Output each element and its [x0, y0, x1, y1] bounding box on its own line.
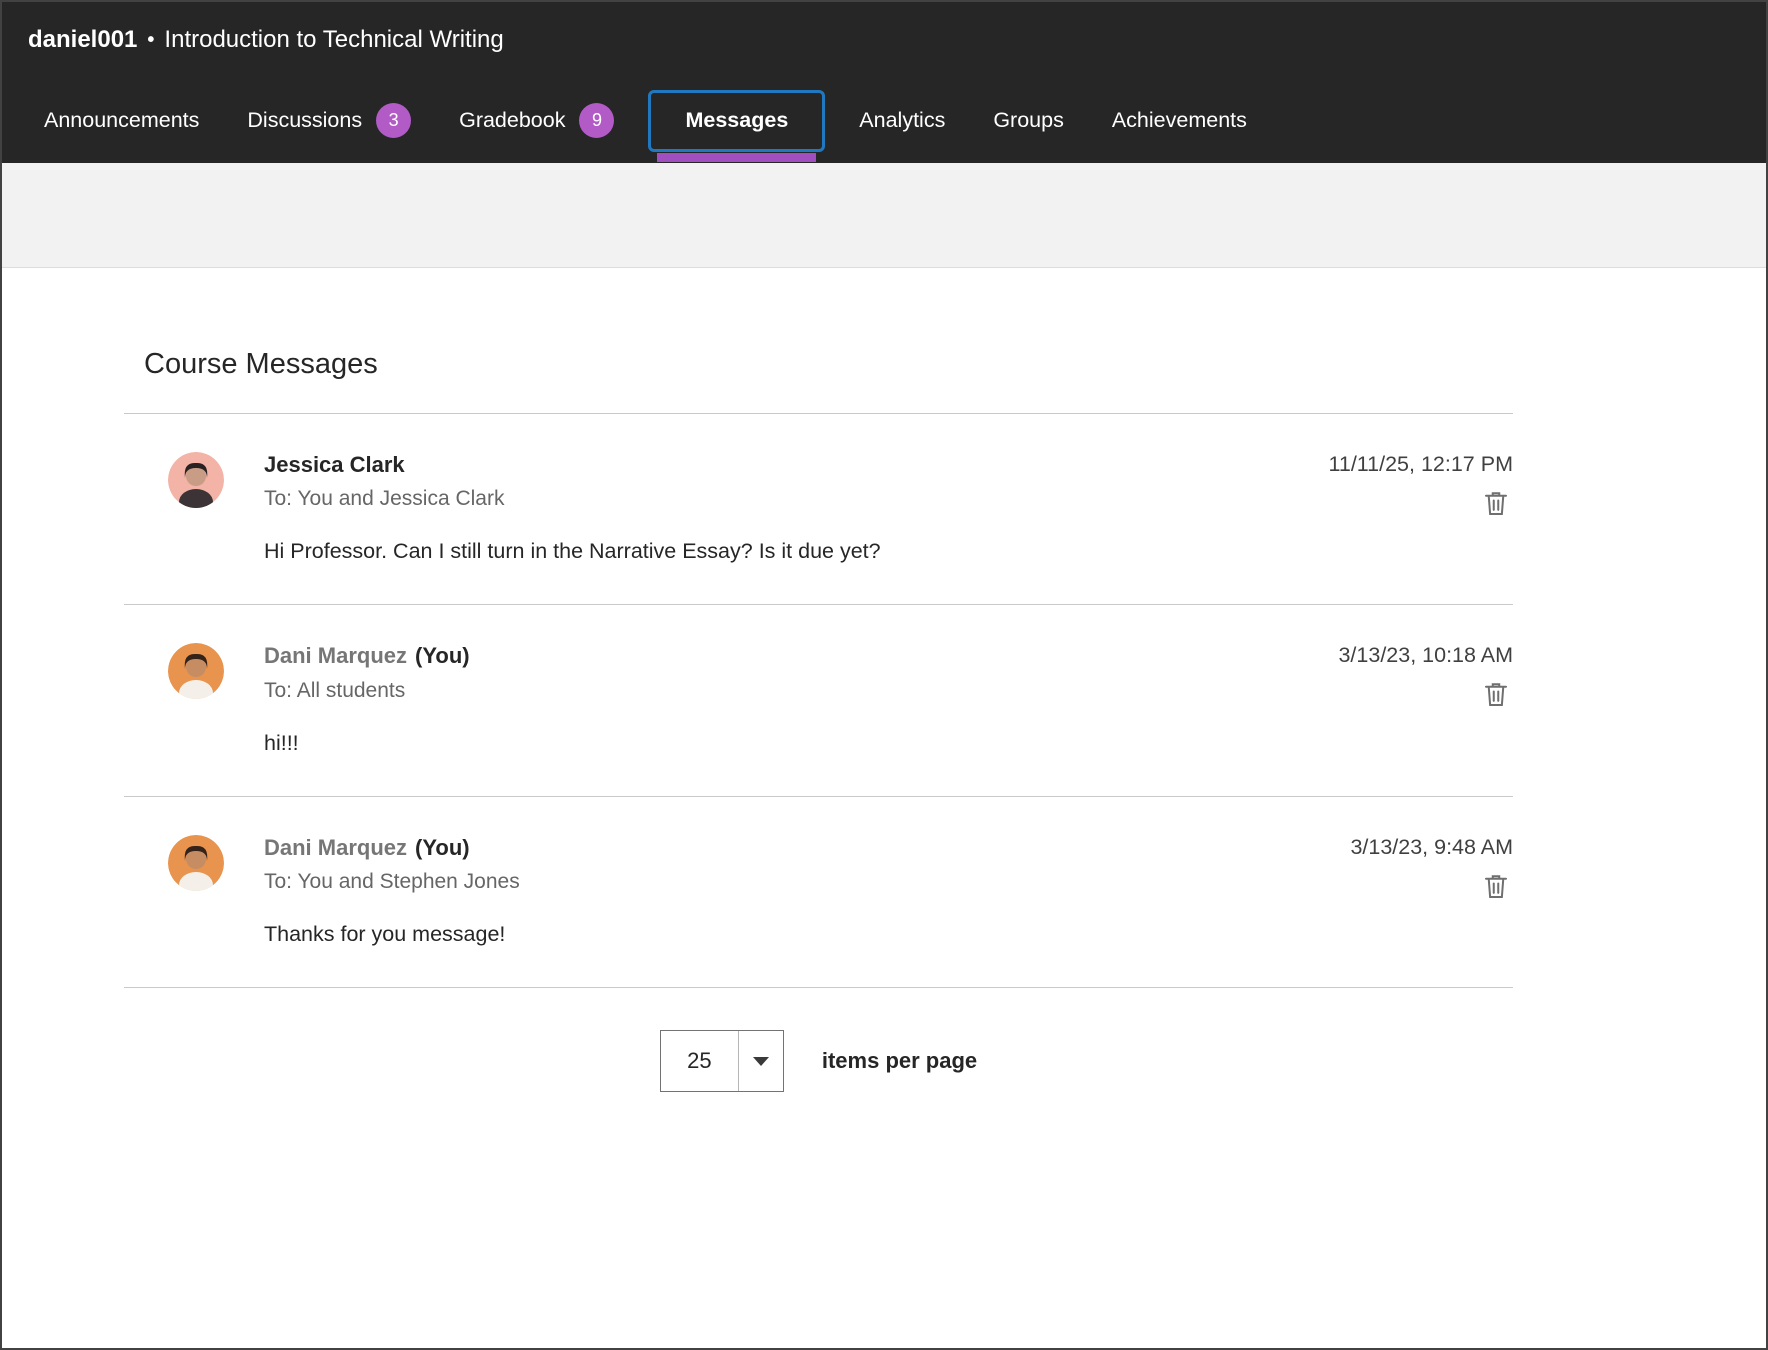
message-list: Jessica Clark To: You and Jessica Clark …: [124, 413, 1513, 988]
sender-line: Jessica Clark: [264, 452, 1329, 478]
tab-label: Discussions: [247, 108, 362, 133]
sender-name: Dani Marquez: [264, 643, 407, 669]
delete-message-button[interactable]: [1479, 486, 1513, 520]
message-meta: 3/13/23, 9:48 AM: [1350, 835, 1513, 903]
you-suffix: (You): [415, 835, 470, 861]
tab-label: Achievements: [1112, 108, 1247, 133]
avatar: [168, 835, 224, 891]
tab-groups[interactable]: Groups: [969, 90, 1088, 152]
sender-line: Dani Marquez (You): [264, 643, 1338, 669]
trash-icon: [1481, 506, 1511, 521]
delete-message-button[interactable]: [1479, 677, 1513, 711]
trash-icon: [1481, 889, 1511, 904]
tab-label: Groups: [993, 108, 1064, 133]
message-main: Jessica Clark To: You and Jessica Clark …: [264, 452, 1329, 564]
you-suffix: (You): [415, 643, 470, 669]
page-title: Course Messages: [124, 348, 1513, 381]
avatar: [168, 452, 224, 508]
message-row[interactable]: Dani Marquez (You) To: All students hi!!…: [124, 605, 1513, 796]
tab-analytics[interactable]: Analytics: [835, 90, 969, 152]
tab-label: Gradebook: [459, 108, 565, 133]
chevron-down-icon: [739, 1031, 783, 1091]
tab-achievements[interactable]: Achievements: [1088, 90, 1271, 152]
message-body: hi!!!: [264, 731, 1338, 756]
timestamp: 11/11/25, 12:17 PM: [1329, 452, 1513, 478]
subheader-band: [2, 163, 1766, 268]
course-nav: Announcements Discussions 3 Gradebook 9 …: [2, 78, 1766, 163]
course-title: Introduction to Technical Writing: [164, 26, 503, 54]
trash-icon: [1481, 697, 1511, 712]
timestamp: 3/13/23, 10:18 AM: [1338, 643, 1513, 669]
message-row[interactable]: Dani Marquez (You) To: You and Stephen J…: [124, 797, 1513, 988]
pagination: 25 items per page: [124, 1030, 1513, 1092]
tab-messages[interactable]: Messages: [648, 90, 825, 152]
username: daniel001: [28, 26, 137, 54]
message-meta: 3/13/23, 10:18 AM: [1338, 643, 1513, 711]
delete-message-button[interactable]: [1479, 869, 1513, 903]
course-header: daniel001 • Introduction to Technical Wr…: [2, 2, 1766, 78]
gradebook-count-badge: 9: [579, 103, 614, 138]
message-meta: 11/11/25, 12:17 PM: [1329, 452, 1513, 520]
recipients: To: You and Jessica Clark: [264, 487, 1329, 511]
avatar: [168, 643, 224, 699]
items-per-page-select[interactable]: 25: [660, 1030, 784, 1092]
main-content: Course Messages Jessica Clark: [2, 348, 1766, 1092]
message-body: Thanks for you message!: [264, 922, 1350, 947]
sender-name: Dani Marquez: [264, 835, 407, 861]
sender-name: Jessica Clark: [264, 452, 405, 478]
items-per-page-label: items per page: [822, 1048, 977, 1074]
message-row[interactable]: Jessica Clark To: You and Jessica Clark …: [124, 414, 1513, 605]
tab-label: Analytics: [859, 108, 945, 133]
tab-discussions[interactable]: Discussions 3: [223, 90, 435, 152]
discussions-count-badge: 3: [376, 103, 411, 138]
message-body: Hi Professor. Can I still turn in the Na…: [264, 539, 1329, 564]
tab-announcements[interactable]: Announcements: [20, 90, 223, 152]
course-messages-page: daniel001 • Introduction to Technical Wr…: [0, 0, 1768, 1350]
sender-line: Dani Marquez (You): [264, 835, 1350, 861]
message-main: Dani Marquez (You) To: All students hi!!…: [264, 643, 1338, 755]
timestamp: 3/13/23, 9:48 AM: [1350, 835, 1513, 861]
items-per-page-value: 25: [661, 1031, 738, 1091]
recipients: To: You and Stephen Jones: [264, 870, 1350, 894]
title-separator: •: [147, 29, 154, 52]
tab-label: Messages: [685, 108, 788, 133]
tab-gradebook[interactable]: Gradebook 9: [435, 90, 638, 152]
message-main: Dani Marquez (You) To: You and Stephen J…: [264, 835, 1350, 947]
topbar: daniel001 • Introduction to Technical Wr…: [2, 2, 1766, 163]
tab-label: Announcements: [44, 108, 199, 133]
recipients: To: All students: [264, 679, 1338, 703]
